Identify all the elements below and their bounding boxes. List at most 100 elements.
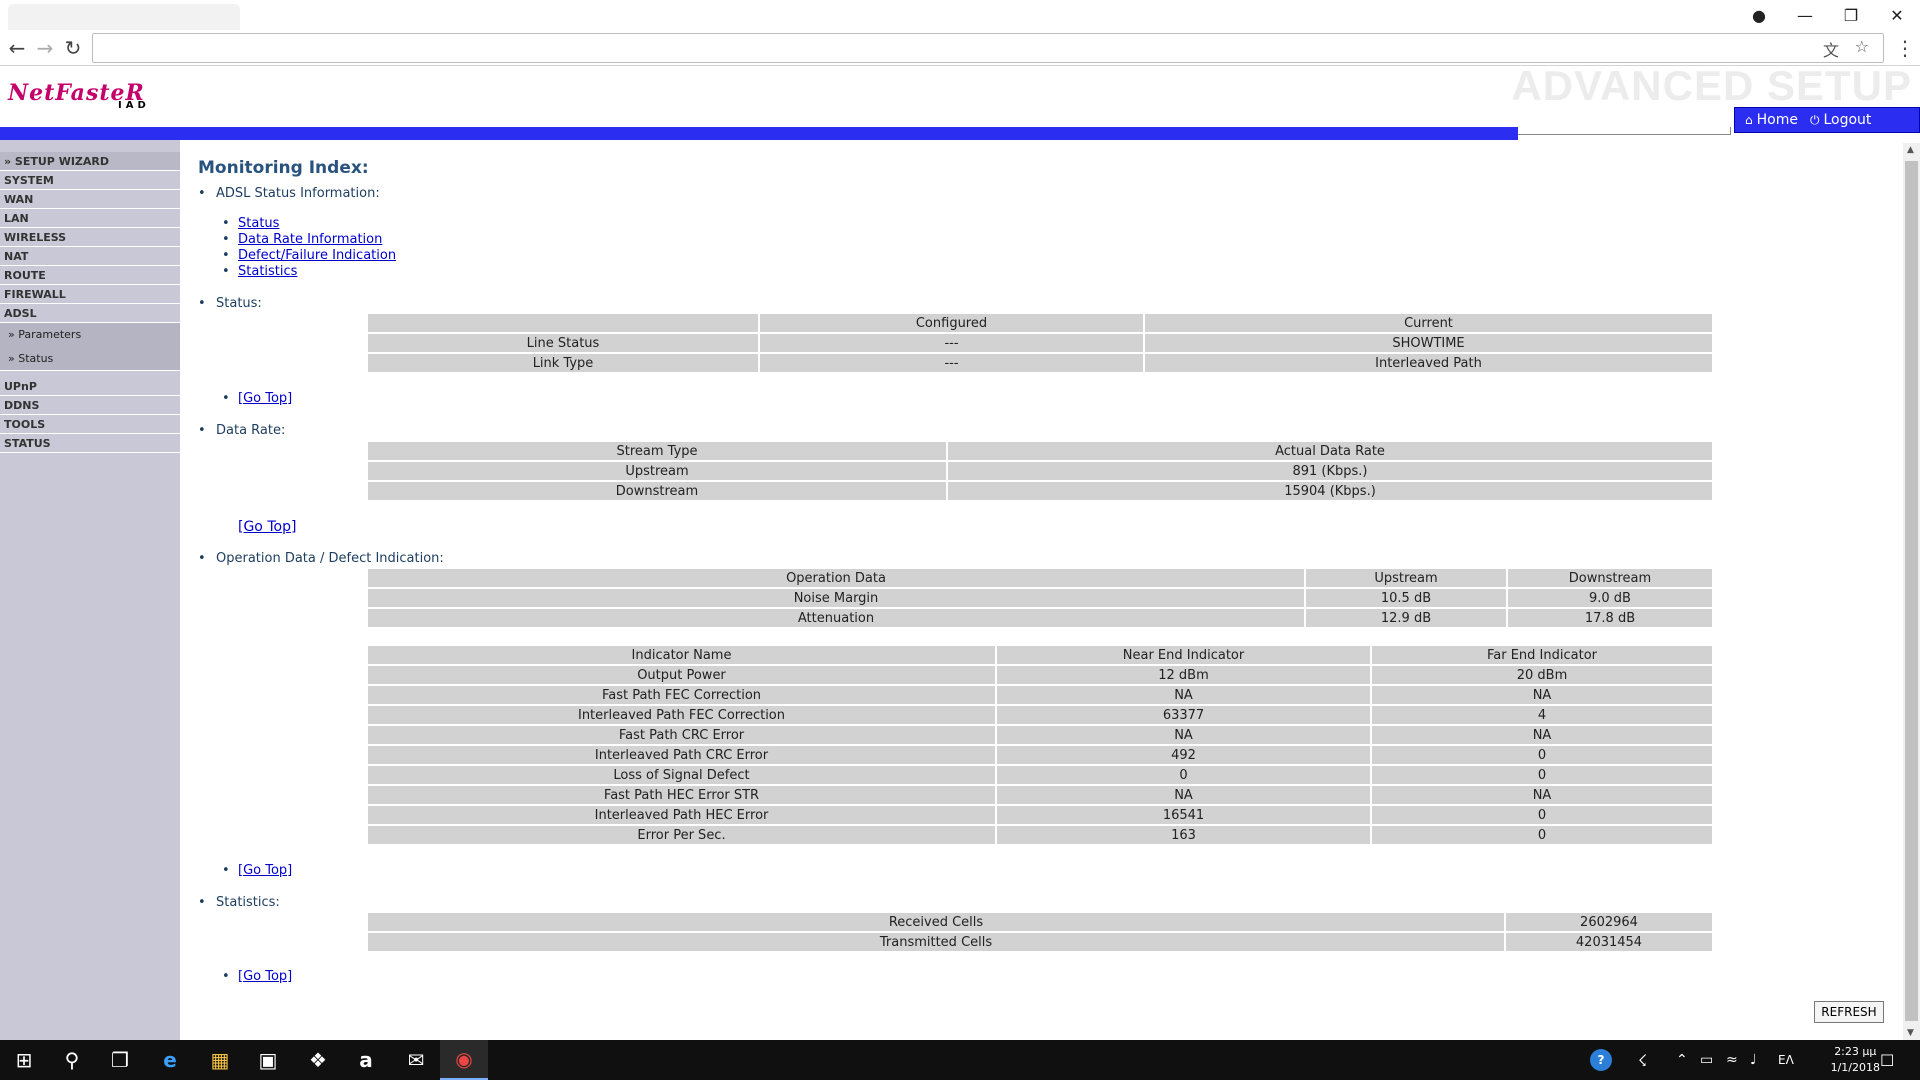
vertical-scrollbar[interactable]: ▲ ▼ xyxy=(1903,143,1920,1040)
table-row: Stream Type Actual Data Rate xyxy=(368,442,1712,460)
section-data-rate-heading: • Data Rate: xyxy=(198,423,286,438)
list-item: • Data Rate Information xyxy=(222,232,383,247)
go-top-link[interactable]: [Go Top] xyxy=(238,863,292,878)
table-row: Transmitted Cells 42031454 xyxy=(368,933,1712,951)
sidebar-subitem-parameters[interactable]: » Parameters xyxy=(0,323,180,347)
browser-titlebar: ● — ❐ ✕ xyxy=(0,0,1920,30)
table-row: Upstream 891 (Kbps.) xyxy=(368,462,1712,480)
task-view-icon[interactable]: ❐ xyxy=(96,1040,144,1080)
store-icon[interactable]: ▣ xyxy=(244,1040,292,1080)
link-statistics[interactable]: Statistics xyxy=(238,264,297,279)
sidebar-item-setup-wizard[interactable]: » SETUP WIZARD xyxy=(0,152,180,171)
home-icon: ⌂ xyxy=(1745,113,1753,127)
list-item: • Status xyxy=(222,216,280,231)
edge-icon[interactable]: e xyxy=(146,1040,194,1080)
mail-icon[interactable]: ✉ xyxy=(392,1040,440,1080)
link-data-rate[interactable]: Data Rate Information xyxy=(238,232,382,247)
table-row: Configured Current xyxy=(368,314,1712,332)
clock-date: 1/1/2018 xyxy=(1830,1061,1880,1074)
sidebar-item-wireless[interactable]: WIRELESS xyxy=(0,228,180,247)
home-link[interactable]: ⌂ Home xyxy=(1745,112,1798,128)
table-cell: 492 xyxy=(997,746,1370,764)
wifi-icon[interactable]: ≈ xyxy=(1726,1040,1738,1080)
refresh-button[interactable]: REFRESH xyxy=(1814,1001,1884,1023)
table-cell: Interleaved Path FEC Correction xyxy=(368,706,995,724)
chrome-icon[interactable]: ◉ xyxy=(440,1040,488,1080)
sidebar-item-status[interactable]: STATUS xyxy=(0,434,180,453)
sidebar-item-tools[interactable]: TOOLS xyxy=(0,415,180,434)
table-cell: 0 xyxy=(1372,746,1712,764)
link-defect-failure[interactable]: Defect/Failure Indication xyxy=(238,248,396,263)
page-title: Monitoring Index: xyxy=(198,158,369,178)
section-index-heading: • ADSL Status Information: xyxy=(198,186,380,201)
table-row: Loss of Signal Defect 0 0 xyxy=(368,766,1712,784)
scrollbar-thumb[interactable] xyxy=(1905,161,1918,1021)
logout-label: Logout xyxy=(1823,112,1872,128)
table-cell: Downstream xyxy=(1508,569,1712,587)
section-operation-heading: • Operation Data / Defect Indication: xyxy=(198,551,444,566)
table-cell: Operation Data xyxy=(368,569,1304,587)
forward-icon[interactable]: → xyxy=(30,33,60,63)
section-statistics-heading: • Statistics: xyxy=(198,895,280,910)
sidebar-item-firewall[interactable]: FIREWALL xyxy=(0,285,180,304)
minimize-button[interactable]: — xyxy=(1782,0,1828,30)
go-top-link[interactable]: [Go Top] xyxy=(238,391,292,406)
sidebar-item-upnp[interactable]: UPnP xyxy=(0,377,180,396)
language-indicator[interactable]: ΕΛ xyxy=(1778,1040,1794,1080)
people-icon[interactable]: ☇ xyxy=(1638,1040,1647,1080)
account-icon[interactable]: ● xyxy=(1736,0,1782,30)
clock[interactable]: 2:23 μμ 1/1/2018 xyxy=(1831,1044,1880,1076)
volume-icon[interactable]: ♩ xyxy=(1750,1040,1757,1080)
table-cell: 12.9 dB xyxy=(1306,609,1506,627)
close-button[interactable]: ✕ xyxy=(1874,0,1920,30)
table-row: Indicator Name Near End Indicator Far En… xyxy=(368,646,1712,664)
translate-icon[interactable]: 文 xyxy=(1823,37,1839,61)
table-cell: Current xyxy=(1145,314,1712,332)
help-icon[interactable]: ? xyxy=(1590,1040,1612,1080)
windows-start-icon[interactable]: ⊞ xyxy=(0,1040,48,1080)
browser-tab[interactable] xyxy=(8,4,240,30)
sidebar-item-wan[interactable]: WAN xyxy=(0,190,180,209)
link-status[interactable]: Status xyxy=(238,216,279,231)
go-top-link[interactable]: [Go Top] xyxy=(238,519,296,535)
notifications-icon[interactable]: ☐ xyxy=(1880,1040,1894,1080)
table-row: Line Status --- SHOWTIME xyxy=(368,334,1712,352)
tray-chevron-icon[interactable]: ⌃ xyxy=(1676,1040,1688,1080)
reload-icon[interactable]: ↻ xyxy=(58,33,88,63)
sidebar-item-system[interactable]: SYSTEM xyxy=(0,171,180,190)
file-explorer-icon[interactable]: ▦ xyxy=(196,1040,244,1080)
kebab-menu-icon[interactable]: ⋮ xyxy=(1890,33,1920,63)
table-cell: NA xyxy=(997,726,1370,744)
star-icon[interactable]: ☆ xyxy=(1855,37,1869,56)
table-cell: Loss of Signal Defect xyxy=(368,766,995,784)
data-rate-table: Stream Type Actual Data Rate Upstream 89… xyxy=(366,440,1714,502)
table-cell: 16541 xyxy=(997,806,1370,824)
battery-icon[interactable]: ▭ xyxy=(1700,1040,1713,1080)
table-row: Output Power 12 dBm 20 dBm xyxy=(368,666,1712,684)
table-cell: NA xyxy=(997,786,1370,804)
restore-button[interactable]: ❐ xyxy=(1828,0,1874,30)
sidebar-item-lan[interactable]: LAN xyxy=(0,209,180,228)
go-top-link[interactable]: [Go Top] xyxy=(238,969,292,984)
table-cell: 0 xyxy=(1372,766,1712,784)
table-cell: SHOWTIME xyxy=(1145,334,1712,352)
sidebar-item-nat[interactable]: NAT xyxy=(0,247,180,266)
search-icon[interactable]: ⚲ xyxy=(48,1040,96,1080)
table-cell: NA xyxy=(997,686,1370,704)
table-row: Link Type --- Interleaved Path xyxy=(368,354,1712,372)
table-row: Received Cells 2602964 xyxy=(368,913,1712,931)
table-row: Interleaved Path FEC Correction 63377 4 xyxy=(368,706,1712,724)
status-table: Configured Current Line Status --- SHOWT… xyxy=(366,312,1714,374)
back-icon[interactable]: ← xyxy=(2,33,32,63)
sidebar-item-adsl[interactable]: ADSL xyxy=(0,304,180,323)
sidebar-item-route[interactable]: ROUTE xyxy=(0,266,180,285)
scroll-down-icon[interactable]: ▼ xyxy=(1907,1028,1914,1038)
amazon-icon[interactable]: a xyxy=(342,1040,390,1080)
scroll-up-icon[interactable]: ▲ xyxy=(1907,145,1914,155)
table-row: Operation Data Upstream Downstream xyxy=(368,569,1712,587)
logout-link[interactable]: ⏻ Logout xyxy=(1810,112,1871,128)
dropbox-icon[interactable]: ❖ xyxy=(294,1040,342,1080)
sidebar-item-ddns[interactable]: DDNS xyxy=(0,396,180,415)
sidebar-subitem-status[interactable]: » Status xyxy=(0,347,180,371)
address-bar[interactable]: 文 ☆ xyxy=(92,33,1884,63)
